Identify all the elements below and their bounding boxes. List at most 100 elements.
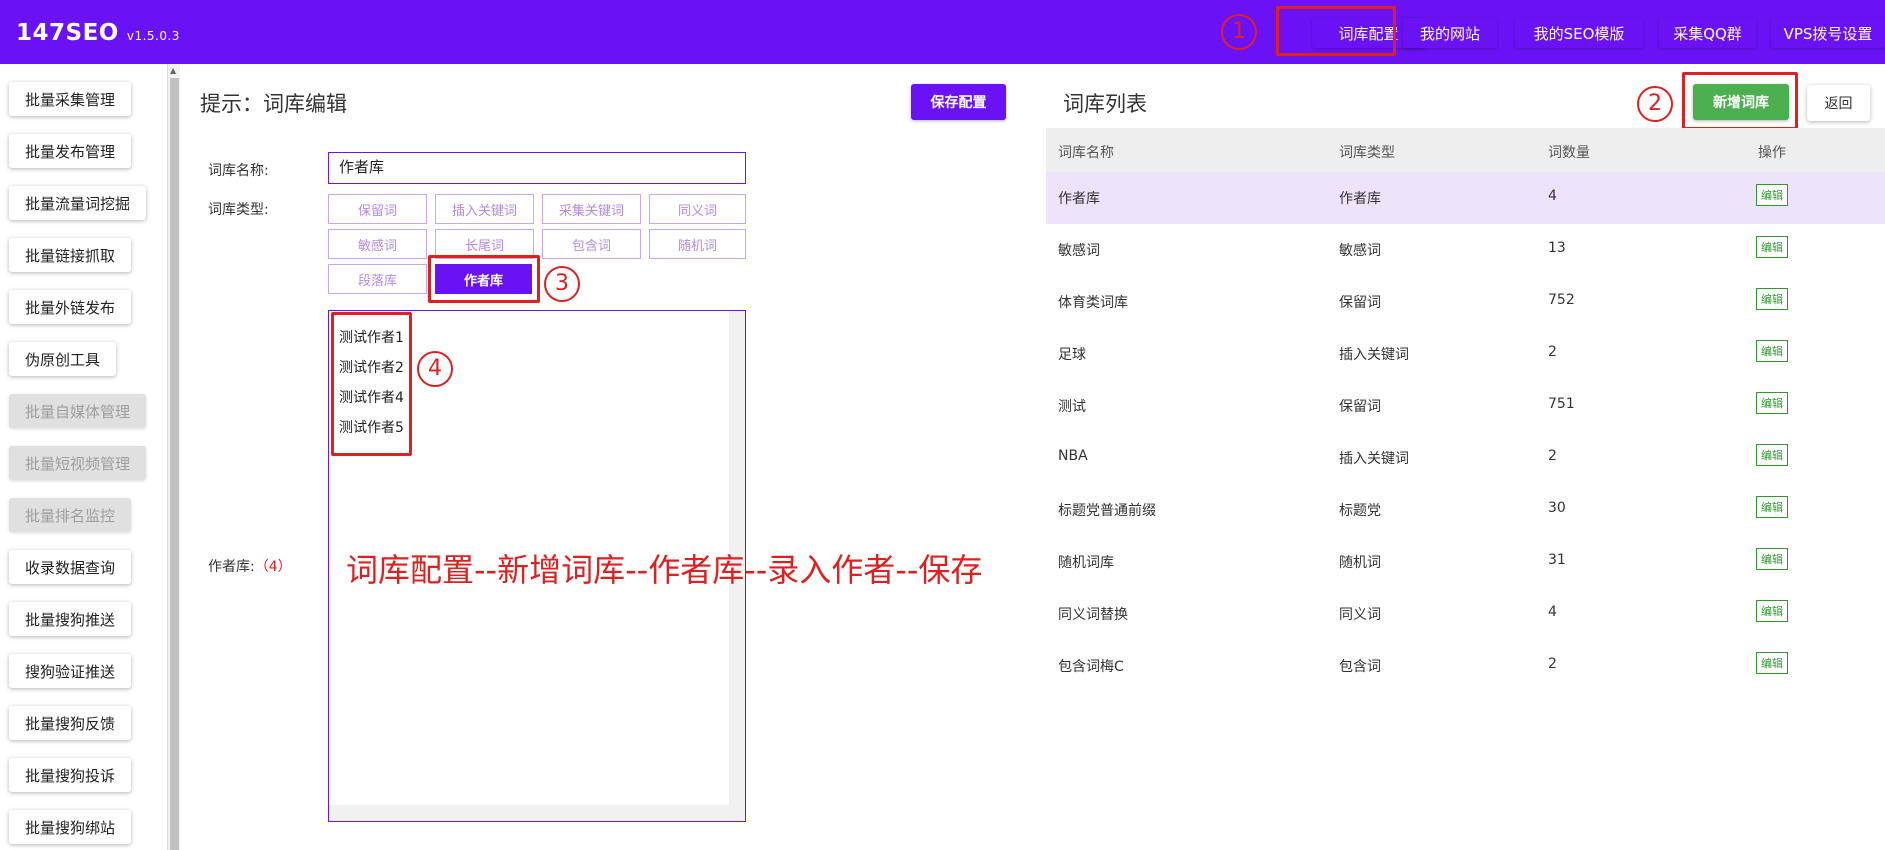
cell-type: 包含词: [1339, 659, 1381, 675]
list-title: 词库列表: [1063, 92, 1147, 116]
sidebar-item-link-crawl[interactable]: 批量链接抓取: [9, 238, 132, 272]
step-4-marker: 4: [417, 351, 453, 387]
instruction-annotation: 词库配置--新增词库--作者库--录入作者--保存: [346, 551, 983, 589]
content-label-text: 作者库:: [208, 559, 255, 575]
edit-button[interactable]: 编辑: [1756, 288, 1788, 310]
textarea-horizontal-scrollbar[interactable]: [329, 805, 745, 821]
edit-button[interactable]: 编辑: [1756, 236, 1788, 258]
cell-name: 足球: [1058, 347, 1086, 363]
sidebar-item-external-links[interactable]: 批量外链发布: [9, 290, 132, 324]
nav-my-sites[interactable]: 我的网站: [1403, 18, 1497, 48]
cell-name: 体育类词库: [1058, 295, 1128, 311]
table-row[interactable]: 作者库 作者库 4 编辑: [1046, 172, 1885, 224]
step-2-marker: 2: [1637, 86, 1673, 122]
table-header: 词库名称 词库类型 词数量 操作: [1046, 128, 1885, 172]
type-option-contains[interactable]: 包含词: [542, 229, 641, 259]
type-option-random[interactable]: 随机词: [649, 229, 746, 259]
cell-count: 752: [1548, 292, 1575, 308]
col-header-name: 词库名称: [1058, 145, 1114, 161]
sidebar-item-rank-monitor: 批量排名监控: [9, 498, 132, 532]
back-button[interactable]: 返回: [1807, 85, 1870, 121]
cell-name: 包含词梅C: [1058, 659, 1124, 675]
cell-name: 敏感词: [1058, 243, 1100, 259]
table-row[interactable]: 体育类词库 保留词 752 编辑: [1046, 276, 1885, 328]
cell-type: 插入关键词: [1339, 451, 1409, 467]
cell-type: 插入关键词: [1339, 347, 1409, 363]
name-label: 词库名称:: [208, 163, 269, 179]
cell-count: 2: [1548, 656, 1557, 672]
sidebar-item-pseudo-original[interactable]: 伪原创工具: [9, 342, 117, 376]
cell-type: 敏感词: [1339, 243, 1381, 259]
table-row[interactable]: 标题党普通前缀 标题党 30 编辑: [1046, 484, 1885, 536]
app-version: v1.5.0.3: [126, 29, 180, 43]
cell-type: 标题党: [1339, 503, 1381, 519]
content-count: （4）: [254, 559, 292, 575]
save-config-button[interactable]: 保存配置: [911, 84, 1006, 120]
top-bar: 147SEO v1.5.0.3 词库配置 我的网站 我的SEO模版 采集QQ群 V…: [0, 0, 1885, 64]
table-row[interactable]: 同义词替换 同义词 4 编辑: [1046, 588, 1885, 640]
cell-name: 同义词替换: [1058, 607, 1128, 623]
nav-qq-groups[interactable]: 采集QQ群: [1659, 18, 1756, 48]
scroll-up-icon[interactable]: ▲: [170, 66, 176, 75]
step-3-marker: 3: [544, 266, 580, 302]
type-option-collect-keyword[interactable]: 采集关键词: [542, 194, 641, 224]
table-row[interactable]: 敏感词 敏感词 13 编辑: [1046, 224, 1885, 276]
cell-type: 作者库: [1339, 191, 1381, 207]
type-option-insert-keyword[interactable]: 插入关键词: [435, 194, 534, 224]
edit-button[interactable]: 编辑: [1756, 548, 1788, 570]
app-brand: 147SEO v1.5.0.3: [16, 20, 180, 46]
cell-name: 作者库: [1058, 191, 1100, 207]
cell-name: 标题党普通前缀: [1058, 503, 1156, 519]
edit-button[interactable]: 编辑: [1756, 444, 1788, 466]
scrollbar-thumb[interactable]: [170, 78, 179, 850]
cell-count: 13: [1548, 240, 1566, 256]
sidebar-item-sogou-feedback[interactable]: 批量搜狗反馈: [9, 706, 132, 740]
edit-button[interactable]: 编辑: [1756, 652, 1788, 674]
type-option-synonym[interactable]: 同义词: [649, 194, 746, 224]
step-1-marker: 1: [1221, 14, 1257, 50]
col-header-action: 操作: [1758, 145, 1786, 161]
table-row[interactable]: 随机词库 随机词 31 编辑: [1046, 536, 1885, 588]
sidebar-item-sogou-complaint[interactable]: 批量搜狗投诉: [9, 758, 132, 792]
edit-button[interactable]: 编辑: [1756, 392, 1788, 414]
type-option-sensitive[interactable]: 敏感词: [328, 229, 427, 259]
app-name: 147SEO: [16, 20, 119, 46]
sidebar-item-sogou-bind[interactable]: 批量搜狗绑站: [9, 810, 132, 844]
cell-count: 751: [1548, 396, 1575, 412]
cell-name: NBA: [1058, 448, 1088, 464]
table-row[interactable]: 包含词梅C 包含词 2 编辑: [1046, 640, 1885, 692]
edit-button[interactable]: 编辑: [1756, 600, 1788, 622]
edit-button[interactable]: 编辑: [1756, 340, 1788, 362]
sidebar-item-media-manage: 批量自媒体管理: [9, 394, 147, 428]
edit-button[interactable]: 编辑: [1756, 184, 1788, 206]
sidebar-item-sogou-verify[interactable]: 搜狗验证推送: [9, 654, 132, 688]
cell-count: 2: [1548, 344, 1557, 360]
sidebar-item-batch-publish[interactable]: 批量发布管理: [9, 134, 132, 168]
sidebar-item-traffic-mining[interactable]: 批量流量词挖掘: [9, 186, 147, 220]
type-label: 词库类型:: [208, 202, 269, 218]
sidebar-item-index-query[interactable]: 收录数据查询: [9, 550, 132, 584]
table-row[interactable]: 足球 插入关键词 2 编辑: [1046, 328, 1885, 380]
nav-vps-settings[interactable]: VPS拨号设置: [1771, 18, 1885, 48]
sidebar: 批量采集管理 批量发布管理 批量流量词挖掘 批量链接抓取 批量外链发布 伪原创工…: [0, 64, 165, 850]
col-header-count: 词数量: [1548, 145, 1590, 161]
sidebar-item-batch-collect[interactable]: 批量采集管理: [9, 82, 132, 116]
sidebar-item-sogou-push[interactable]: 批量搜狗推送: [9, 602, 132, 636]
highlight-box-2: [1682, 72, 1798, 130]
type-option-reserved[interactable]: 保留词: [328, 194, 427, 224]
table-row[interactable]: 测试 保留词 751 编辑: [1046, 380, 1885, 432]
cell-name: 随机词库: [1058, 555, 1114, 571]
wordlib-name-input[interactable]: 作者库: [328, 152, 746, 184]
cell-count: 31: [1548, 552, 1566, 568]
col-header-type: 词库类型: [1339, 145, 1395, 161]
type-option-paragraph[interactable]: 段落库: [328, 264, 427, 294]
cell-type: 保留词: [1339, 295, 1381, 311]
highlight-box-4: [331, 312, 412, 456]
cell-count: 4: [1548, 188, 1557, 204]
cell-count: 2: [1548, 448, 1557, 464]
sidebar-scrollbar[interactable]: ▲: [167, 64, 180, 850]
table-row[interactable]: NBA 插入关键词 2 编辑: [1046, 432, 1885, 484]
sidebar-item-short-video: 批量短视频管理: [9, 446, 147, 480]
nav-seo-templates[interactable]: 我的SEO模版: [1515, 18, 1643, 48]
edit-button[interactable]: 编辑: [1756, 496, 1788, 518]
